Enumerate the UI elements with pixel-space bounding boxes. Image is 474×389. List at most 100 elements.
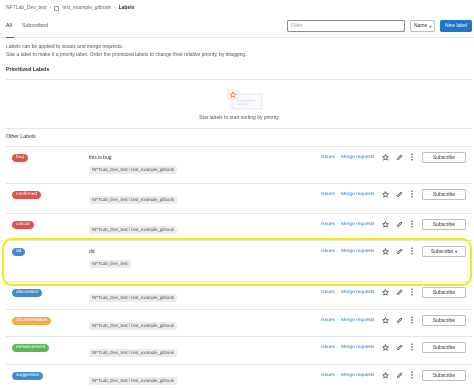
label-pill[interactable]: bug: [12, 154, 29, 162]
labels-toolbar: All Subscribed Name ▾ New label: [0, 15, 474, 38]
star-icon[interactable]: [381, 220, 389, 228]
tab-subscribed[interactable]: Subscribed: [22, 20, 48, 38]
subscribe-button[interactable]: Subscribe: [422, 152, 466, 163]
breadcrumb-project[interactable]: test_example_gitbook: [62, 5, 111, 11]
label-description: this is bug: [89, 155, 112, 161]
breadcrumb-group[interactable]: NFTLab_Dev_test: [6, 5, 47, 11]
chevron-down-icon: ▾: [429, 23, 432, 29]
more-actions-icon[interactable]: [408, 153, 416, 161]
star-icon[interactable]: [381, 153, 389, 161]
label-merge-requests-link[interactable]: Merge requests: [341, 345, 374, 350]
star-icon[interactable]: [381, 371, 389, 379]
label-links: Issues · Merge requests: [321, 222, 375, 227]
label-path-chip: NFTLab_Dev_test / test_example_gitbook: [89, 166, 178, 174]
subscribe-button[interactable]: Subscribe: [422, 342, 466, 353]
subscribe-label: Subscribe: [432, 154, 456, 161]
link-separator: ·: [337, 290, 339, 295]
star-icon[interactable]: [381, 343, 389, 351]
subscribe-label: Subscribe: [432, 221, 456, 228]
label-pill[interactable]: confirmed: [12, 191, 42, 199]
label-merge-requests-link[interactable]: Merge requests: [341, 222, 374, 227]
subscribe-button[interactable]: Subscribe: [422, 189, 466, 200]
subscribe-label: Subscribe: [432, 372, 456, 379]
sort-dropdown[interactable]: Name ▾: [410, 20, 435, 32]
subscribe-label: Subscribe: [432, 317, 456, 324]
more-actions-icon[interactable]: [408, 316, 416, 324]
highlight-annotation: [2, 238, 472, 286]
star-icon[interactable]: [381, 316, 389, 324]
label-merge-requests-link[interactable]: Merge requests: [341, 192, 374, 197]
label-path-chip: NFTLab_Dev_test / test_example_gitbook: [89, 322, 178, 330]
label-issues-link[interactable]: Issues: [321, 373, 335, 378]
label-issues-link[interactable]: Issues: [321, 345, 335, 350]
more-actions-icon[interactable]: [408, 288, 416, 296]
label-path-chip: NFTLab_Dev_test / test_example_gitbook: [89, 226, 178, 234]
link-separator: ·: [337, 155, 339, 160]
label-links: Issues · Merge requests: [321, 318, 375, 323]
label-links: Issues · Merge requests: [321, 155, 375, 160]
subscribe-button[interactable]: Subscribe: [422, 219, 466, 230]
label-row-suggestion: suggestion NFTLab_Dev_test / test_exampl…: [6, 364, 472, 389]
label-links: Issues · Merge requests: [321, 345, 375, 350]
label-issues-link[interactable]: Issues: [321, 192, 335, 197]
pencil-icon[interactable]: [395, 153, 403, 161]
labels-description-line2: Star a label to make it a priority label…: [6, 52, 247, 58]
subscribe-button[interactable]: Subscribe: [422, 287, 466, 298]
link-separator: ·: [337, 345, 339, 350]
label-merge-requests-link[interactable]: Merge requests: [341, 318, 374, 323]
label-issues-link[interactable]: Issues: [321, 222, 335, 227]
subscribe-button[interactable]: Subscribe: [422, 370, 466, 381]
more-actions-icon[interactable]: [408, 343, 416, 351]
labels-description-line1: Labels can be applied to issues and merg…: [6, 44, 124, 50]
subscribe-label: Subscribe: [432, 289, 456, 296]
pencil-icon[interactable]: [395, 288, 403, 296]
prioritized-empty-text: Star labels to start sorting by priority: [199, 115, 279, 121]
link-separator: ·: [337, 192, 339, 197]
label-path-chip: NFTLab_Dev_test / test_example_gitbook: [89, 377, 178, 385]
label-links: Issues · Merge requests: [321, 192, 375, 197]
link-separator: ·: [337, 318, 339, 323]
label-pill[interactable]: critical: [12, 221, 34, 229]
label-links: Issues · Merge requests: [321, 373, 375, 378]
pencil-icon[interactable]: [395, 343, 403, 351]
prioritized-labels-empty-state: Star labels to start sorting by priority: [6, 79, 472, 129]
label-links: Issues · Merge requests: [321, 290, 375, 295]
label-pill[interactable]: discussion: [12, 289, 43, 297]
link-separator: ·: [337, 373, 339, 378]
subscribe-button[interactable]: Subscribe: [422, 315, 466, 326]
pencil-icon[interactable]: [395, 316, 403, 324]
new-label-button[interactable]: New label: [440, 20, 472, 32]
chevron-right-icon: ›: [113, 5, 116, 11]
project-icon: [54, 5, 60, 11]
pencil-icon[interactable]: [395, 220, 403, 228]
more-actions-icon[interactable]: [408, 220, 416, 228]
label-pill[interactable]: suggestion: [12, 372, 44, 380]
label-issues-link[interactable]: Issues: [321, 318, 335, 323]
pencil-icon[interactable]: [395, 371, 403, 379]
subscribe-label: Subscribe: [432, 344, 456, 351]
more-actions-icon[interactable]: [408, 190, 416, 198]
label-pill[interactable]: documentation: [12, 317, 52, 325]
label-issues-link[interactable]: Issues: [321, 290, 335, 295]
star-icon[interactable]: [381, 288, 389, 296]
label-path-chip: NFTLab_Dev_test / test_example_gitbook: [89, 349, 178, 357]
label-pill[interactable]: enhancement: [12, 344, 50, 352]
label-merge-requests-link[interactable]: Merge requests: [341, 290, 374, 295]
label-merge-requests-link[interactable]: Merge requests: [341, 373, 374, 378]
breadcrumb-current[interactable]: Labels: [119, 5, 135, 11]
pencil-icon[interactable]: [395, 190, 403, 198]
star-icon[interactable]: [381, 190, 389, 198]
link-separator: ·: [337, 222, 339, 227]
other-labels-title: Other Labels: [6, 134, 36, 140]
label-row-bug: bug this is bug NFTLab_Dev_test / test_e…: [6, 146, 472, 183]
filter-input[interactable]: [287, 20, 405, 32]
sort-label: Name: [414, 23, 428, 29]
tab-all[interactable]: All: [6, 20, 14, 38]
subscribe-label: Subscribe: [432, 191, 456, 198]
label-issues-link[interactable]: Issues: [321, 155, 335, 160]
empty-state-illustration: [227, 89, 263, 110]
more-actions-icon[interactable]: [408, 371, 416, 379]
label-path-chip: NFTLab_Dev_test / test_example_gitbook: [89, 294, 178, 302]
chevron-right-icon: ›: [49, 5, 52, 11]
label-merge-requests-link[interactable]: Merge requests: [341, 155, 374, 160]
